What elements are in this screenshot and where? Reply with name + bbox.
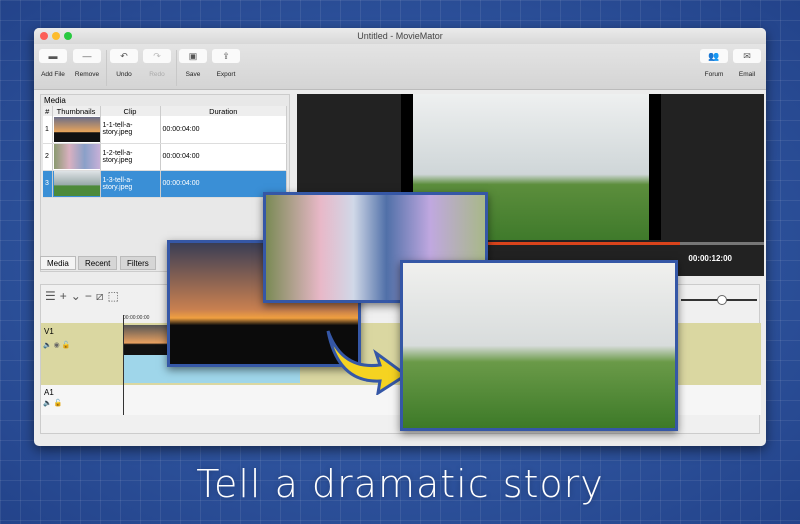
col-header[interactable]: # (43, 106, 53, 116)
close-button[interactable] (40, 32, 48, 40)
col-header[interactable]: Clip (100, 106, 161, 116)
clip-duration: 00:00:04:00 (160, 143, 287, 171)
export-label: Export (216, 71, 236, 78)
clip-name: 1-2-tell-a-story.jpeg (100, 143, 161, 171)
media-title: Media (44, 96, 66, 105)
track-controls[interactable]: 🔈 ◉ 🔓 (43, 341, 70, 349)
track-controls[interactable]: 🔈 🔓 (43, 399, 62, 407)
remove-icon[interactable]: − (85, 289, 96, 303)
undo-icon: ↶ (110, 49, 138, 63)
redo-button[interactable]: ↷ Redo (140, 49, 174, 78)
undo-button[interactable]: ↶ Undo (107, 49, 141, 78)
fit-icon[interactable]: ⬚ (108, 289, 123, 303)
title-bar: Untitled - MovieMator (34, 28, 766, 44)
minus-icon: — (73, 49, 101, 63)
media-table: # Thumbnails Clip Duration 1 1-1-tell-a-stor… (43, 106, 287, 198)
track-label: V1 (44, 327, 54, 336)
folder-icon: ▬ (39, 49, 67, 63)
people-icon: 👥 (700, 49, 728, 63)
tab-media[interactable]: Media (40, 256, 76, 270)
row-number: 2 (43, 143, 53, 171)
add-icon[interactable]: + (60, 289, 71, 303)
thumbnail (53, 144, 100, 169)
save-button[interactable]: ▣ Save (176, 49, 210, 78)
arrow-icon (326, 330, 409, 395)
split-icon[interactable]: ⧄ (96, 289, 108, 303)
slider-thumb[interactable] (717, 295, 727, 305)
chevron-down-icon[interactable]: ⌄ (71, 289, 85, 303)
window-title: Untitled - MovieMator (357, 31, 443, 41)
forum-label: Forum (704, 71, 724, 78)
save-icon: ▣ (179, 49, 207, 63)
forum-button[interactable]: 👥 Forum (697, 49, 731, 78)
redo-label: Redo (149, 71, 165, 78)
table-row[interactable]: 2 1-2-tell-a-story.jpeg 00:00:04:00 (43, 143, 287, 171)
minimize-button[interactable] (52, 32, 60, 40)
zoom-button[interactable] (64, 32, 72, 40)
tab-recent[interactable]: Recent (78, 256, 118, 270)
timeline-toolbar: ☰+⌄−⧄⬚ (45, 289, 123, 304)
caption: Tell a dramatic story (196, 462, 604, 506)
thumbnail (53, 116, 100, 142)
email-button[interactable]: ✉ Email (730, 49, 764, 78)
export-button[interactable]: ⇪ Export (209, 49, 243, 78)
menu-icon[interactable]: ☰ (45, 289, 60, 303)
add-file-button[interactable]: ▬ Add File (36, 49, 70, 78)
timecode: 00:00:12:00 (688, 254, 732, 263)
thumbnail (53, 171, 100, 196)
table-row[interactable]: 1 1-1-tell-a-story.jpeg 00:00:04:00 (43, 116, 287, 144)
jumping-photo (400, 260, 678, 431)
ruler-timecode: 00:00:00:00 (123, 315, 150, 321)
table-row-selected[interactable]: 3 1-3-tell-a-story.jpeg 00:00:04:00 (43, 170, 287, 198)
tab-filters[interactable]: Filters (120, 256, 156, 270)
col-header[interactable]: Thumbnails (52, 106, 101, 116)
clip-name: 1-3-tell-a-story.jpeg (100, 170, 161, 198)
playhead[interactable] (123, 315, 124, 415)
clip-name: 1-1-tell-a-story.jpeg (100, 116, 161, 144)
save-label: Save (185, 71, 201, 78)
toolbar: ▬ Add File — Remove ↶ Undo ↷ Redo ▣ Save ⇪ Exp… (34, 44, 766, 90)
undo-label: Undo (116, 71, 132, 78)
row-number: 3 (43, 170, 53, 198)
track-label: A1 (44, 388, 54, 397)
remove-label: Remove (74, 71, 100, 78)
export-icon: ⇪ (212, 49, 240, 63)
add-file-label: Add File (41, 71, 65, 78)
clip-duration: 00:00:04:00 (160, 116, 287, 144)
row-number: 1 (43, 116, 53, 144)
zoom-slider[interactable] (681, 295, 757, 305)
redo-icon: ↷ (143, 49, 171, 63)
envelope-icon: ✉ (733, 49, 761, 63)
col-header[interactable]: Duration (160, 106, 287, 116)
remove-button[interactable]: — Remove (70, 49, 104, 78)
email-label: Email (738, 71, 756, 78)
